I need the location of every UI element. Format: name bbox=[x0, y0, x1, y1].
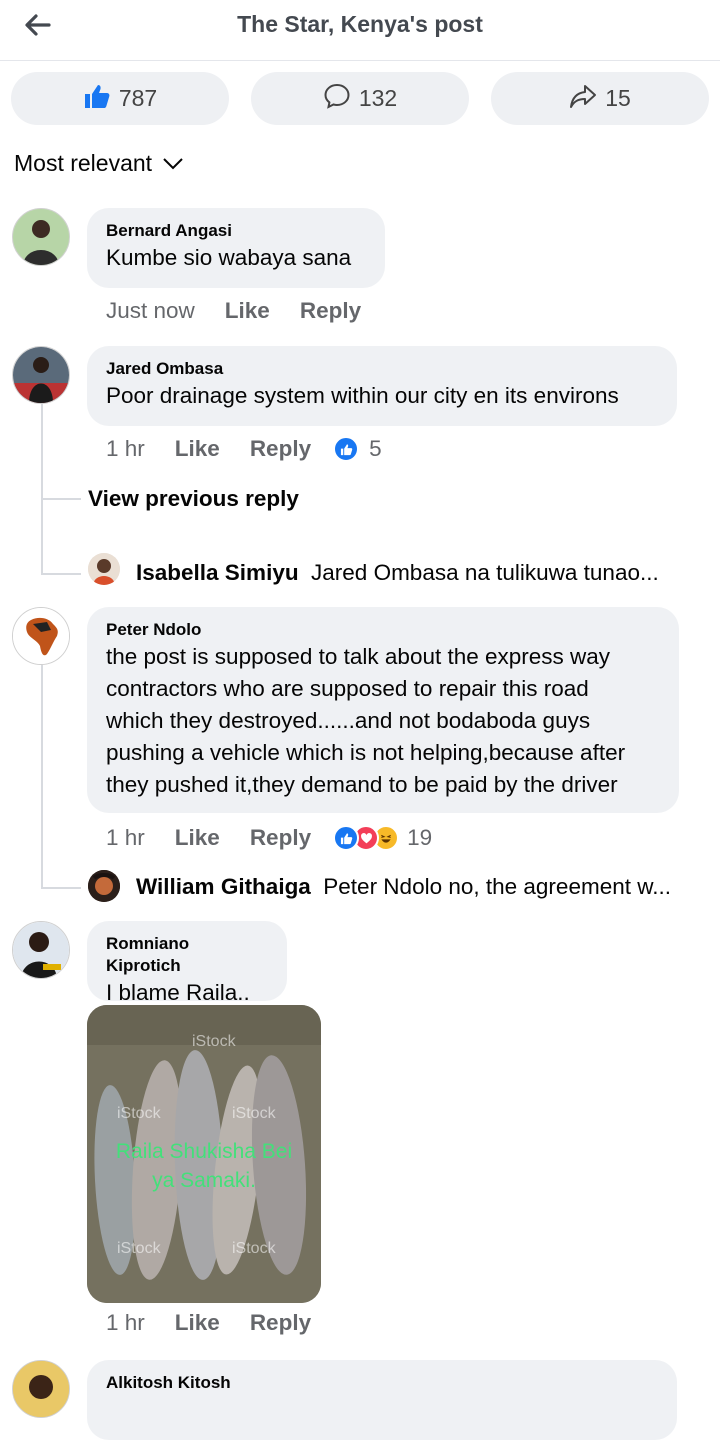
avatar[interactable] bbox=[88, 553, 120, 585]
image-caption: Raila Shukisha Bei ya Samaki. bbox=[87, 1137, 321, 1195]
comment-actions: Just now Like Reply bbox=[106, 298, 361, 324]
avatar[interactable] bbox=[12, 208, 70, 266]
view-previous-reply-link[interactable]: View previous reply bbox=[88, 486, 299, 512]
like-count-button[interactable]: 787 bbox=[11, 72, 229, 125]
comment-time: 1 hr bbox=[106, 1310, 145, 1335]
page-title: The Star, Kenya's post bbox=[237, 11, 483, 37]
image-watermark: iStock bbox=[117, 1105, 161, 1122]
reply-snippet: Peter Ndolo no, the agreement w... bbox=[323, 874, 671, 899]
image-watermark: iStock bbox=[117, 1240, 161, 1257]
comment-bubble[interactable]: Romniano Kiprotich I blame Raila.. bbox=[87, 921, 287, 1005]
comment-text: Poor drainage system within our city en … bbox=[106, 383, 619, 408]
image-watermark: iStock bbox=[232, 1105, 276, 1122]
commenter-name[interactable]: Romniano Kiprotich bbox=[106, 933, 268, 977]
sort-label: Most relevant bbox=[14, 150, 153, 176]
like-count: 787 bbox=[118, 85, 158, 111]
commenter-name[interactable]: Alkitosh Kitosh bbox=[106, 1372, 658, 1394]
avatar[interactable] bbox=[88, 870, 120, 902]
comment-text-line: which they destroyed......and not bodabo… bbox=[106, 708, 591, 733]
image-watermark: iStock bbox=[232, 1240, 276, 1257]
comment-text-line: they pushed it,they demand to be paid by… bbox=[106, 772, 618, 797]
reply-preview[interactable]: Isabella Simiyu Jared Ombasa na tulikuwa… bbox=[136, 560, 659, 586]
comment-text-line: the post is supposed to talk about the e… bbox=[106, 644, 611, 669]
reply-button[interactable]: Reply bbox=[250, 825, 311, 851]
reply-preview[interactable]: William Githaiga Peter Ndolo no, the agr… bbox=[136, 874, 671, 900]
commenter-name[interactable]: Bernard Angasi bbox=[106, 220, 366, 242]
like-button[interactable]: Like bbox=[225, 298, 270, 324]
reactions-summary[interactable]: 5 bbox=[333, 436, 382, 462]
thread-line bbox=[41, 404, 43, 575]
sort-dropdown[interactable]: Most relevant bbox=[14, 150, 184, 177]
comment-bubble[interactable]: Jared Ombasa Poor drainage system within… bbox=[87, 346, 677, 426]
image-caption-line: Raila Shukisha Bei bbox=[115, 1140, 293, 1163]
reactions-summary[interactable]: 19 bbox=[333, 825, 432, 851]
reply-button[interactable]: Reply bbox=[250, 1310, 311, 1336]
comment-bubble[interactable]: Bernard Angasi Kumbe sio wabaya sana bbox=[87, 208, 385, 288]
comment-bubble[interactable]: Peter Ndolo the post is supposed to talk… bbox=[87, 607, 679, 813]
commenter-name[interactable]: Peter Ndolo bbox=[106, 619, 660, 641]
reply-snippet: Jared Ombasa na tulikuwa tunao... bbox=[311, 560, 659, 585]
reply-author[interactable]: William Githaiga bbox=[136, 874, 311, 899]
comment-text-line: contractors who are supposed to repair t… bbox=[106, 676, 589, 701]
thread-line bbox=[41, 665, 43, 889]
like-reaction-icon bbox=[333, 825, 360, 851]
reaction-count: 19 bbox=[407, 825, 433, 850]
thread-branch bbox=[41, 573, 81, 575]
commenter-name[interactable]: Jared Ombasa bbox=[106, 358, 658, 380]
comment-text-line: pushing a vehicle which is not helping,b… bbox=[106, 740, 626, 765]
like-button[interactable]: Like bbox=[175, 825, 220, 851]
comment-time: Just now bbox=[106, 298, 195, 323]
reply-button[interactable]: Reply bbox=[250, 436, 311, 462]
share-count: 15 bbox=[605, 85, 631, 111]
comment-time: 1 hr bbox=[106, 825, 145, 850]
comment-count: 132 bbox=[358, 85, 398, 111]
comment-bubble[interactable]: Alkitosh Kitosh bbox=[87, 1360, 677, 1440]
comment-icon bbox=[323, 82, 351, 116]
chevron-down-icon bbox=[162, 150, 184, 177]
avatar[interactable] bbox=[12, 1360, 70, 1418]
thread-branch bbox=[41, 887, 81, 889]
share-count-button[interactable]: 15 bbox=[491, 72, 709, 125]
comment-image[interactable]: iStock iStock iStock iStock iStock Raila… bbox=[87, 1005, 321, 1303]
comment-time: 1 hr bbox=[106, 436, 145, 461]
reply-button[interactable]: Reply bbox=[300, 298, 361, 324]
like-button[interactable]: Like bbox=[175, 1310, 220, 1336]
image-watermark: iStock bbox=[192, 1033, 236, 1050]
reply-author[interactable]: Isabella Simiyu bbox=[136, 560, 299, 585]
like-button[interactable]: Like bbox=[175, 436, 220, 462]
share-icon bbox=[569, 82, 597, 116]
avatar[interactable] bbox=[12, 346, 70, 404]
comment-actions: 1 hr Like Reply bbox=[106, 1310, 311, 1336]
thread-branch bbox=[41, 498, 81, 500]
thumbs-up-icon bbox=[83, 82, 111, 116]
avatar[interactable] bbox=[12, 607, 70, 665]
reaction-count: 5 bbox=[369, 436, 382, 461]
comment-actions: 1 hr Like Reply 5 bbox=[106, 436, 382, 462]
comment-actions: 1 hr Like Reply 19 bbox=[106, 825, 432, 851]
comment-count-button[interactable]: 132 bbox=[251, 72, 469, 125]
image-caption-line: ya Samaki. bbox=[152, 1169, 256, 1192]
avatar[interactable] bbox=[12, 921, 70, 979]
comment-text: Kumbe sio wabaya sana bbox=[106, 245, 352, 270]
like-reaction-icon bbox=[333, 436, 360, 462]
